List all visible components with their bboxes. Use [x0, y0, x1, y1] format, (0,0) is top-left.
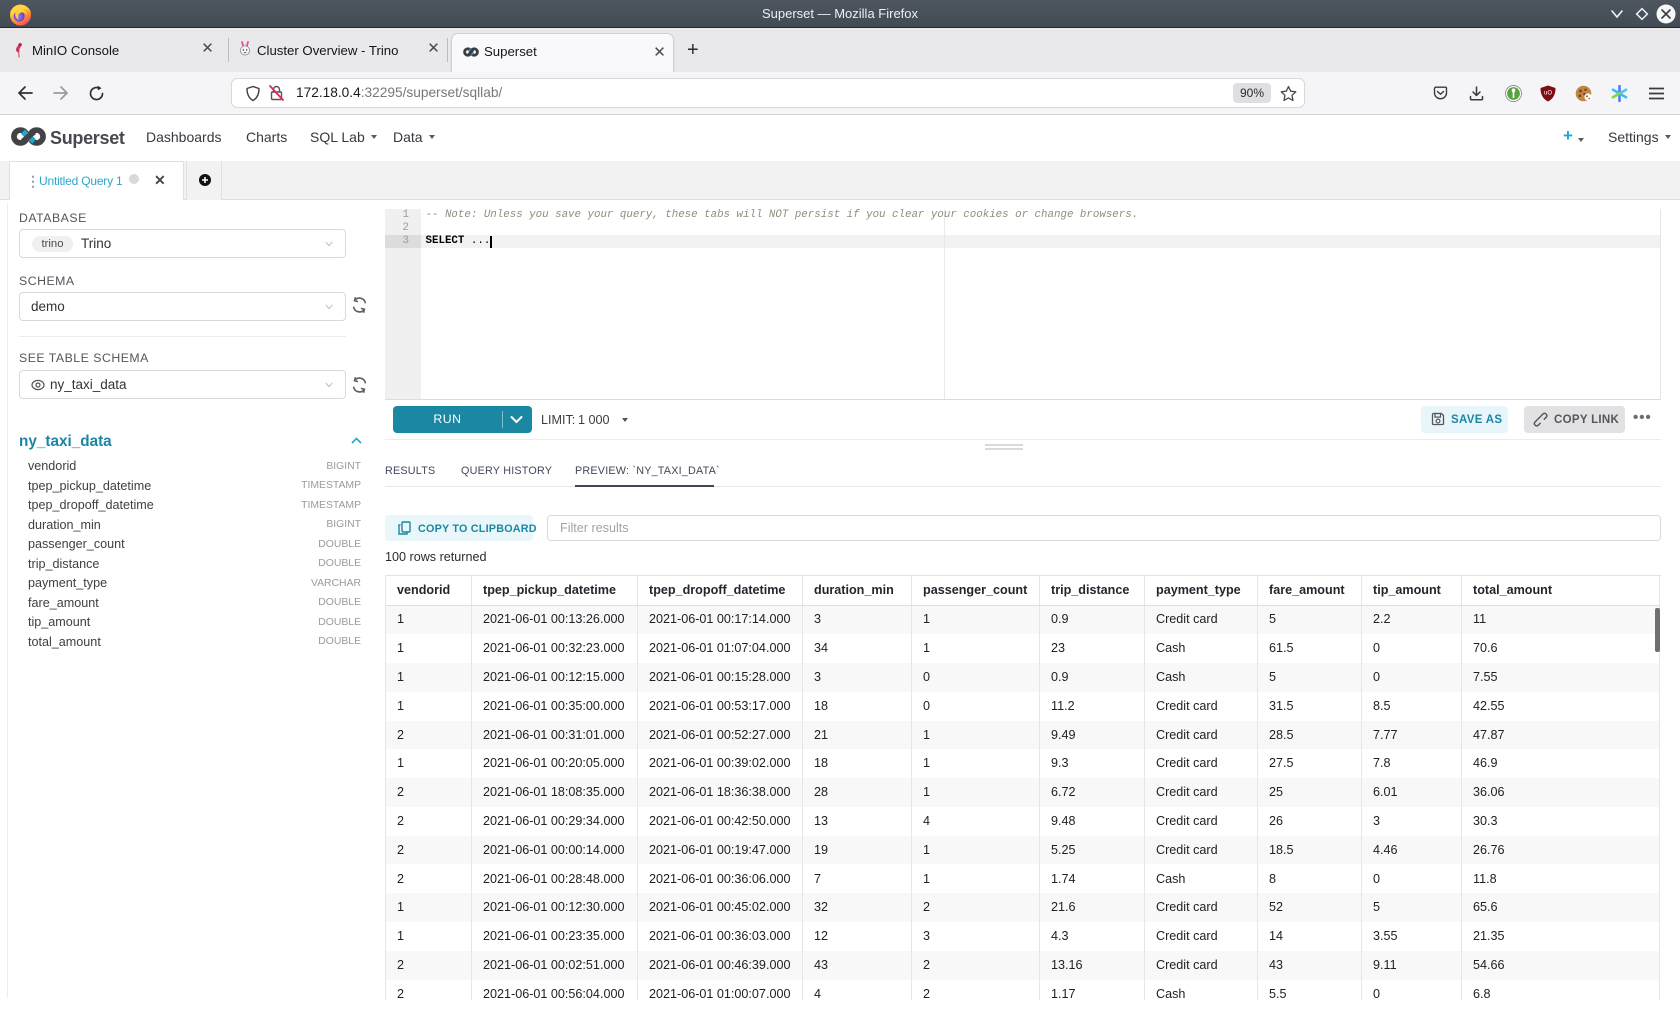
svg-text:uO: uO [1544, 91, 1552, 97]
